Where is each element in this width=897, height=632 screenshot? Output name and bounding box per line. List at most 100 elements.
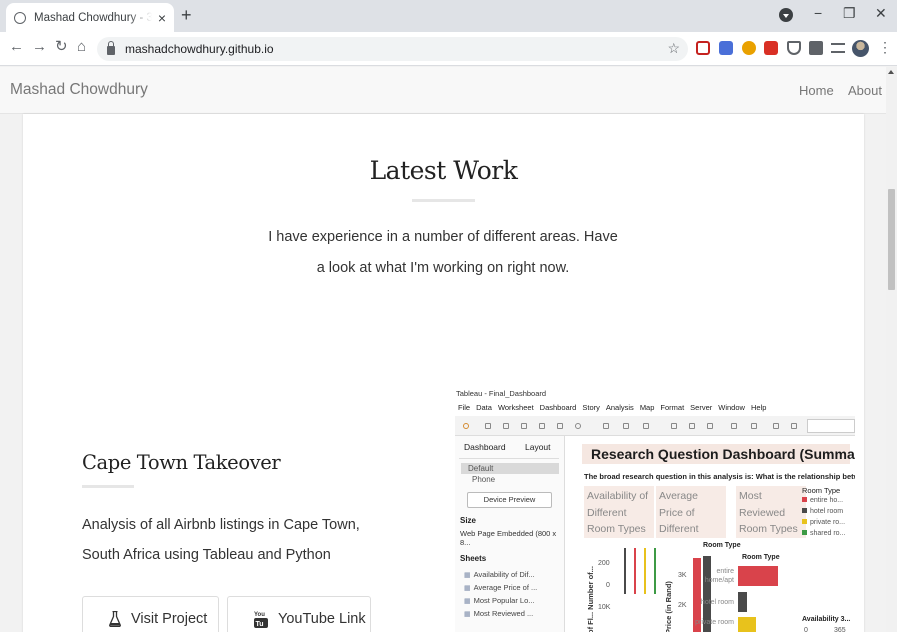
- labels-icon: [751, 423, 757, 429]
- sheets-heading: Sheets: [460, 554, 487, 563]
- scroll-up-arrow-icon[interactable]: [888, 70, 894, 74]
- save-icon: [521, 423, 527, 429]
- nav-link-home[interactable]: Home: [799, 83, 834, 98]
- highlight-icon: [731, 423, 737, 429]
- availability-tick: 365: [834, 627, 846, 632]
- legend-label: private ro...: [810, 519, 846, 526]
- undo-icon: [485, 423, 491, 429]
- forward-icon[interactable]: →: [32, 39, 47, 54]
- extension-pocket-icon[interactable]: [696, 41, 710, 55]
- loading-icon: [14, 11, 26, 24]
- tile-availability: Availability of Different Room Types: [584, 486, 654, 538]
- tableau-side-panel: Dashboard Layout Default Phone Device Pr…: [455, 436, 565, 632]
- tableau-menu-item: Story: [582, 403, 600, 412]
- lock-icon[interactable]: [107, 41, 115, 55]
- visit-project-button[interactable]: Visit Project: [82, 596, 219, 632]
- chart3-legend: Room Type: [742, 554, 780, 561]
- tableau-toolbar: [455, 416, 855, 436]
- legend-swatch-dark: [802, 508, 807, 513]
- chart3-category: hotel room: [700, 599, 734, 606]
- legend-item-private-room: private ro...: [802, 519, 845, 526]
- section-intro: I have experience in a number of differe…: [268, 229, 618, 276]
- browser-toolbar: ← → ↻ ⌂ mashadchowdhury.github.io ☆ ⋮: [0, 32, 897, 66]
- chart3-bar-hotel: [738, 592, 747, 612]
- fit-icon: [773, 423, 779, 429]
- bookmark-star-icon[interactable]: ☆: [667, 40, 680, 57]
- scrollbar-thumb[interactable]: [888, 189, 895, 290]
- youtube-link-label: YouTube Link: [278, 611, 366, 627]
- tableau-menu-item: File: [458, 403, 471, 412]
- minimize-icon[interactable]: −: [814, 5, 822, 21]
- tableau-menubar: File Data Worksheet Dashboard Story Analysis M…: [458, 403, 766, 412]
- tile-most-reviewed: Most Reviewed Room Types: [736, 486, 806, 538]
- refresh-icon: [575, 423, 581, 429]
- chart1-line-hotel: [624, 548, 626, 594]
- chart3-bar-private: [738, 617, 756, 632]
- legend-swatch-green: [802, 530, 807, 535]
- tableau-search-box: [807, 419, 855, 433]
- extensions-puzzle-icon[interactable]: [809, 41, 823, 55]
- tableau-window-title: Tableau - Final_Dashboard: [456, 389, 547, 398]
- address-bar[interactable]: mashadchowdhury.github.io ☆: [97, 37, 688, 61]
- home-icon[interactable]: ⌂: [77, 39, 86, 54]
- tableau-menu-item: Analysis: [605, 403, 634, 412]
- nav-link-about[interactable]: About: [848, 83, 882, 98]
- reload-icon[interactable]: ↻: [55, 39, 68, 54]
- tab-title: Mashad Chowdhury - 3rd year C: [34, 11, 152, 24]
- extension-tp-icon[interactable]: [764, 41, 778, 55]
- sheet-item: Most Popular Lo...: [464, 596, 535, 605]
- tableau-menu-item: Format: [660, 403, 685, 412]
- tableau-tab-dashboard: Dashboard: [464, 442, 506, 452]
- section-title: Latest Work: [369, 156, 518, 185]
- site-brand[interactable]: Mashad Chowdhury: [10, 81, 148, 99]
- page-viewport: Mashad Chowdhury Home About Latest Work …: [0, 67, 897, 632]
- page-scrollbar[interactable]: [886, 67, 897, 632]
- tableau-tab-divider: [459, 458, 559, 459]
- browser-menu-icon[interactable]: ⋮: [878, 40, 892, 54]
- flask-icon: [109, 611, 121, 627]
- device-phone: Phone: [472, 475, 496, 484]
- tableau-menu-item: Dashboard: [539, 403, 577, 412]
- availability-tick: 0: [804, 627, 808, 632]
- tableau-menu-item: Window: [718, 403, 745, 412]
- fix-axes-icon: [791, 423, 797, 429]
- url-text[interactable]: mashadchowdhury.github.io: [125, 42, 274, 56]
- legend-swatch-red: [802, 497, 807, 502]
- new-sheet-icon: [603, 423, 609, 429]
- tableau-menu-item: Map: [639, 403, 655, 412]
- youtube-icon: You Tu: [254, 612, 268, 628]
- new-tab-icon[interactable]: +: [181, 6, 192, 24]
- extension-honey-icon[interactable]: [742, 41, 756, 55]
- project-screenshot: Tableau - Final_Dashboard File Data Worksh…: [455, 388, 855, 632]
- device-preview-button: Device Preview: [467, 492, 552, 508]
- back-icon[interactable]: ←: [9, 39, 24, 54]
- extension-shield-icon[interactable]: [787, 41, 801, 55]
- browser-tab[interactable]: Mashad Chowdhury - 3rd year C ×: [6, 3, 174, 32]
- duplicate-icon: [623, 423, 629, 429]
- youtube-link-button[interactable]: You Tu YouTube Link: [227, 596, 371, 632]
- site-navbar: Mashad Chowdhury Home About: [0, 67, 886, 114]
- profile-avatar[interactable]: [852, 40, 869, 57]
- swap-icon: [671, 423, 677, 429]
- tab-close-icon[interactable]: ×: [158, 11, 166, 25]
- tile-average-price: Average Price of Different Room Types: [656, 486, 726, 538]
- device-default: Default: [468, 464, 494, 473]
- chart2-legend: Room Type: [703, 542, 741, 549]
- profile-menu-icon[interactable]: [779, 8, 793, 22]
- chart1-line-entire: [634, 548, 636, 594]
- close-window-icon[interactable]: ✕: [875, 5, 887, 22]
- chart2-axis-label: Price (in Rand): [664, 581, 673, 632]
- media-queue-icon[interactable]: [831, 43, 845, 53]
- maximize-icon[interactable]: ❐: [843, 5, 856, 22]
- chart1-axis-label: of Fl... Number of...: [586, 566, 595, 632]
- legend-item-shared-room: shared ro...: [802, 530, 845, 537]
- tableau-menu-item: Server: [690, 403, 713, 412]
- legend-title: Room Type: [802, 486, 841, 495]
- redo-icon: [503, 423, 509, 429]
- legend-item-hotel-room: hotel room: [802, 508, 843, 515]
- tableau-dashboard: Research Question Dashboard (Summary) Th…: [566, 436, 855, 632]
- sort-asc-icon: [689, 423, 695, 429]
- chart2-tick: 3K: [678, 572, 687, 579]
- extension-camera-icon[interactable]: [719, 41, 733, 55]
- research-question: The broad research question in this anal…: [584, 472, 855, 481]
